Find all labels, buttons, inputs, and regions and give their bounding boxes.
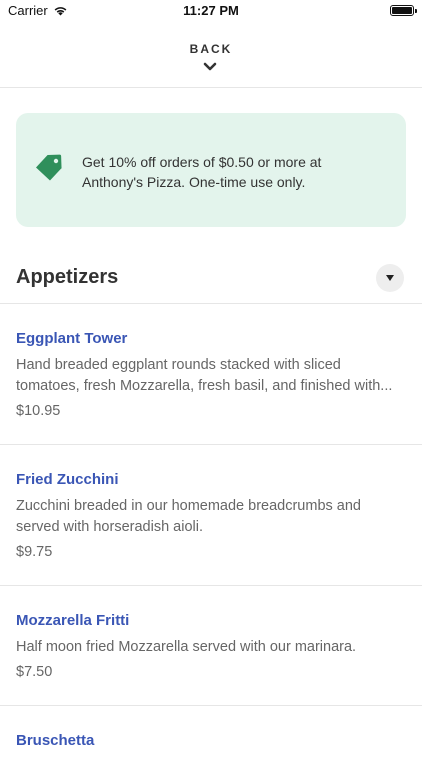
promo-text: Get 10% off orders of $0.50 or more at A… (82, 154, 322, 190)
battery-icon (390, 5, 417, 16)
menu-list: Eggplant Tower Hand breaded eggplant rou… (0, 304, 422, 766)
item-description-line: Hand breaded eggplant rounds stacked wit… (16, 357, 341, 373)
item-description: Hand breaded eggplant rounds stacked wit… (16, 355, 406, 397)
item-description-line: tomatoes, fresh Mozzarella, fresh basil,… (16, 378, 393, 394)
caret-down-icon (386, 275, 394, 281)
menu-item-eggplant-tower[interactable]: Eggplant Tower Hand breaded eggplant rou… (0, 304, 422, 445)
back-label: BACK (189, 42, 233, 56)
item-name: Mozzarella Fritti (16, 612, 130, 629)
status-time: 11:27 PM (183, 3, 239, 18)
item-description-line: Zucchini breaded in our homemade breadcr… (16, 498, 361, 514)
menu-item-mozzarella-fritti[interactable]: Mozzarella Fritti Half moon fried Mozzar… (0, 586, 422, 706)
item-description-line: Half moon fried Mozzarella served with o… (16, 639, 357, 655)
status-bar: Carrier 11:27 PM (0, 0, 422, 24)
item-name: Fried Zucchini (16, 471, 119, 488)
menu-item-fried-zucchini[interactable]: Fried Zucchini Zucchini breaded in our h… (0, 445, 422, 586)
item-price: $10.95 (16, 403, 61, 419)
promo-card: Get 10% off orders of $0.50 or more at A… (16, 113, 406, 227)
item-name: Eggplant Tower (16, 330, 128, 347)
back-button[interactable]: BACK (0, 24, 422, 88)
chevron-down-icon (203, 62, 217, 71)
section-title: Appetizers (16, 266, 119, 288)
menu-item-bruschetta[interactable]: Bruschetta (0, 706, 422, 766)
item-price: $9.75 (16, 544, 53, 560)
item-description: Half moon fried Mozzarella served with o… (16, 637, 406, 658)
section-header: Appetizers (0, 256, 422, 304)
item-price: $7.50 (16, 664, 53, 680)
item-name: Bruschetta (16, 732, 95, 749)
item-description-line: served with horseradish aioli. (16, 519, 203, 535)
tag-icon (36, 154, 62, 181)
item-description: Zucchini breaded in our homemade breadcr… (16, 496, 406, 538)
collapse-section-button[interactable] (376, 264, 404, 292)
